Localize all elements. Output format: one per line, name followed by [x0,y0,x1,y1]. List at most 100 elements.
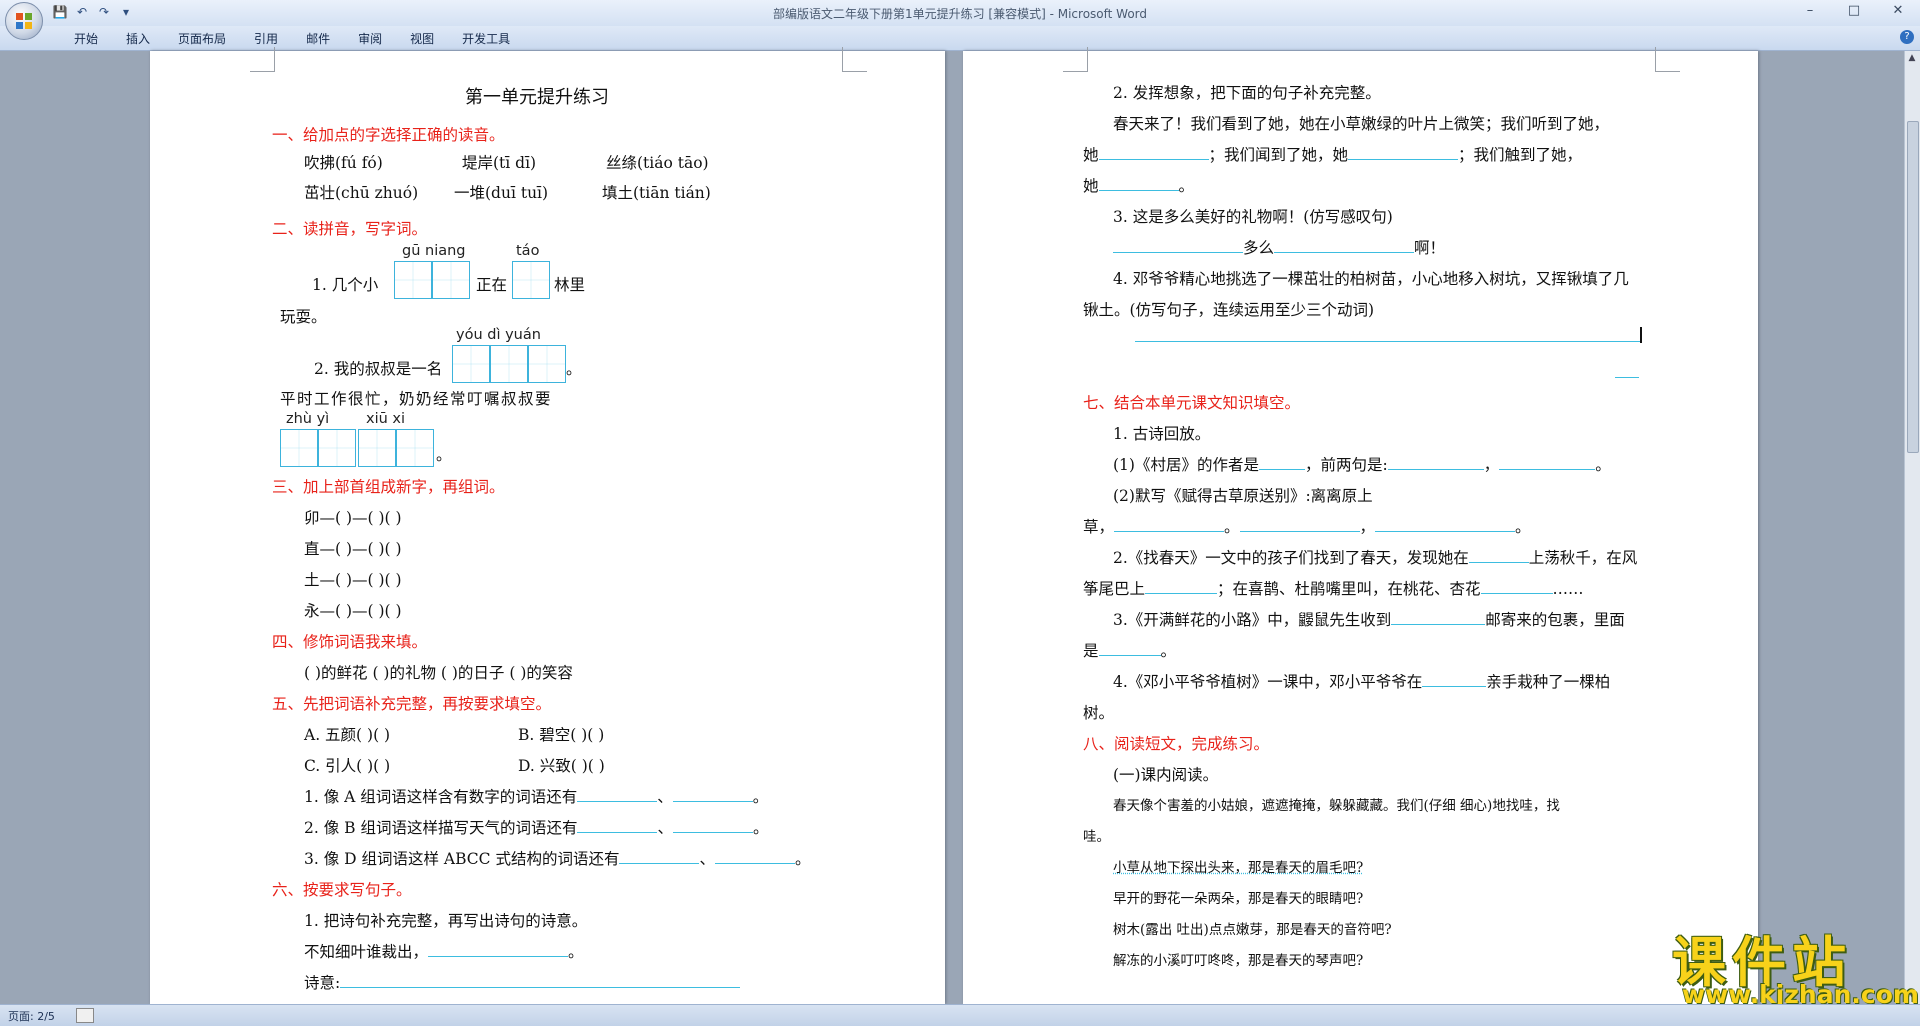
answer-blank[interactable] [1615,377,1639,378]
language-icon[interactable] [76,1008,94,1023]
status-bar: 页面: 2/5 [0,1004,1920,1026]
maximize-button[interactable]: □ [1832,0,1876,22]
text-line: C. 引人( )( ) [304,757,391,775]
writing-grid[interactable] [512,261,550,299]
answer-blank[interactable] [1375,517,1516,532]
question-text: 3. 像 D 组词语这样 ABCC 式结构的词语还有 [304,850,620,868]
writing-grid[interactable] [280,429,318,467]
answer-blank[interactable] [714,849,795,864]
answer-blank[interactable] [1135,341,1640,342]
answer-blank[interactable] [1422,672,1487,687]
punct: 、 [657,788,673,806]
answer-blank[interactable] [1391,610,1486,625]
answer-blank[interactable] [1098,176,1179,191]
answer-blank[interactable] [1480,579,1553,594]
answer-blank[interactable] [1258,455,1305,470]
answer-blank[interactable] [428,942,569,957]
answer-blank[interactable] [1387,455,1484,470]
tab-page-layout[interactable]: 页面布局 [164,30,240,48]
vertical-scrollbar[interactable]: ▲ ▼ [1904,51,1920,1004]
document-page-right[interactable]: 2. 发挥想象，把下面的句子补充完整。 春天来了！我们看到了她，她在小草嫩绿的叶… [963,47,1758,1004]
text-line: 平时工作很忙，奶奶经常叮嘱叔叔要 [280,390,553,408]
tab-references[interactable]: 引用 [240,30,292,48]
text-line: 直—( )—( )( ) [304,540,402,558]
text-line: 不知细叶谁裁出， 。 [304,940,584,962]
tab-mailings[interactable]: 邮件 [292,30,344,48]
writing-grid[interactable] [490,345,528,383]
reading-text: 解冻的小溪叮叮咚咚，那是春天的琴声吧? [1113,953,1364,969]
office-logo-icon [16,13,32,29]
punct: 。 [752,788,769,806]
answer-blank[interactable] [577,787,658,802]
close-button[interactable]: ✕ [1876,0,1920,22]
text-line: 1. 几个小 [312,276,379,294]
page-corner-mark [250,47,275,72]
text-line: 填土(tiān tián) [602,184,711,202]
office-button[interactable] [5,2,43,40]
text-line: 草，。，。 [1083,517,1531,536]
writing-grid[interactable] [528,345,566,383]
help-icon[interactable]: ? [1900,30,1914,44]
tab-insert[interactable]: 插入 [112,30,164,48]
page-indicator[interactable]: 页面: 2/5 [8,1008,55,1024]
answer-blank[interactable] [1113,238,1243,253]
answer-blank[interactable] [1468,548,1529,563]
text-line: 3. 这是多么美好的礼物啊！(仿写感叹句) [1113,208,1393,226]
answer-blank[interactable] [1239,517,1360,532]
text-line: 4.《邓小平爷爷植树》一课中，邓小平爷爷在 亲手栽种了一棵柏 [1113,670,1610,692]
text-line: 丝绦(tiáo tāo) [606,154,709,172]
window-controls: – □ ✕ [1788,0,1920,22]
text: ，前两句是: [1304,456,1388,474]
text-line: (2)默写《赋得古草原送别》:离离原上 [1113,487,1373,505]
section-heading: 二、读拼音，写字词。 [272,220,428,238]
tab-home[interactable]: 开始 [60,30,112,48]
text-line: 4. 邓爷爷精心地挑选了一棵茁壮的柏树苗，小心地移入树坑，又挥锹填了几 [1113,270,1629,288]
scrollbar-thumb[interactable] [1907,121,1919,453]
text: 3.《开满鲜花的小路》中，鼹鼠先生收到 [1113,611,1392,629]
scroll-up-icon[interactable]: ▲ [1907,53,1917,65]
text-line: 1. 古诗回放。 [1113,425,1211,443]
text: ；在喜鹊、杜鹃嘴里叫，在桃花、杏花 [1217,580,1481,598]
writing-grid[interactable] [358,429,396,467]
minimize-button[interactable]: – [1788,0,1832,22]
writing-grid[interactable] [394,261,432,299]
window-title: 部编版语文二年级下册第1单元提升练习 [兼容模式] - Microsoft Wo… [772,7,1148,21]
text-line: (一)课内阅读。 [1113,766,1219,784]
answer-blank[interactable] [1274,238,1415,253]
writing-grid[interactable] [318,429,356,467]
text-line: 。 [436,446,452,464]
answer-blank[interactable] [1145,579,1218,594]
text-line: D. 兴致( )( ) [518,757,605,775]
writing-grid[interactable] [432,261,470,299]
answer-blank[interactable] [1499,455,1596,470]
section-heading: 五、先把词语补充完整，再按要求填空。 [272,695,552,713]
writing-grid[interactable] [396,429,434,467]
text-line: 卯—( )—( )( ) [304,509,402,527]
document-page-left[interactable]: 第一单元提升练习 一、给加点的字选择正确的读音。 吹拂(fú fó) 堤岸(tī… [150,47,945,1004]
answer-blank[interactable] [1098,145,1209,160]
answer-blank[interactable] [619,849,700,864]
text: ；我们触到了她， [1458,146,1583,164]
tab-view[interactable]: 视图 [396,30,448,48]
meaning-label: 诗意: [304,974,341,992]
answer-blank[interactable] [1348,145,1459,160]
answer-blank[interactable] [1098,641,1161,656]
answer-blank[interactable] [672,787,753,802]
answer-blank[interactable] [340,973,741,988]
tab-review[interactable]: 审阅 [344,30,396,48]
text: ；我们闻到了她，她 [1208,146,1349,164]
text: 亲手栽种了一棵柏 [1486,673,1611,691]
tab-developer[interactable]: 开发工具 [448,30,524,48]
answer-blank[interactable] [1114,517,1225,532]
answer-blank[interactable] [672,818,753,833]
text-line: 。 [566,360,582,378]
text-line: 2. 像 B 组词语这样描写天气的词语还有 、 。 [304,816,769,838]
answer-blank[interactable] [577,818,658,833]
writing-grid[interactable] [452,345,490,383]
text-line: 多么 啊！ [1113,236,1445,258]
poem-line: 不知细叶谁裁出， [304,943,429,961]
section-heading: 六、按要求写句子。 [272,881,412,899]
text-line: 茁壮(chū zhuó) [304,184,419,202]
text: 她 [1083,177,1099,195]
text-line: 锹土。(仿写句子，连续运用至少三个动词) [1083,301,1375,319]
